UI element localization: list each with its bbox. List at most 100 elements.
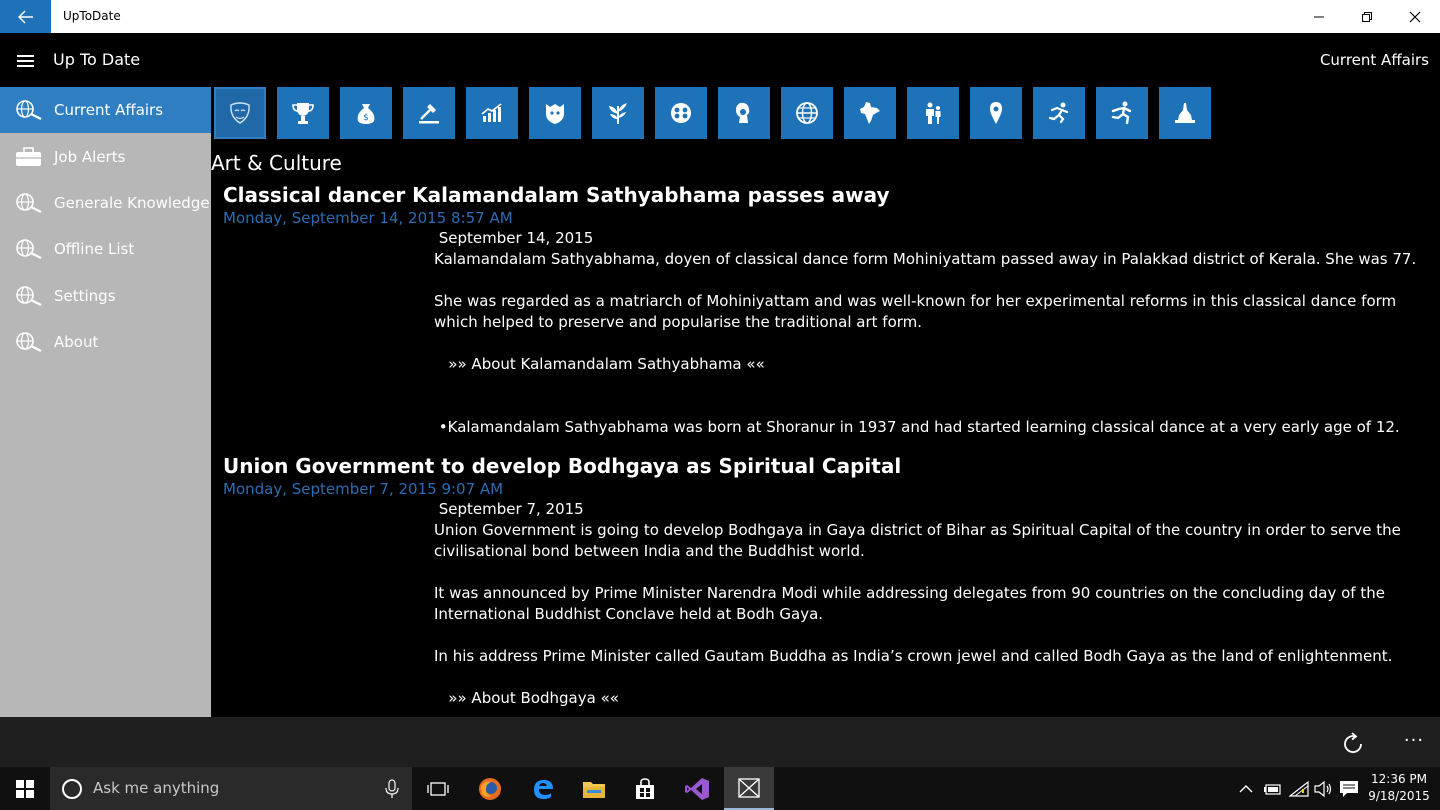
taskbar-uptodate-app[interactable] <box>724 767 774 810</box>
article-paragraph: Kalamandalam Sathyabhama, doyen of class… <box>434 250 1417 268</box>
article-paragraph: It was announced by Prime Minister Naren… <box>434 584 1385 623</box>
economy-chart-icon <box>481 103 502 122</box>
article-timestamp: Monday, September 14, 2015 8:57 AM <box>223 209 513 227</box>
window-title: UpToDate <box>63 9 121 23</box>
sidebar-item-label: Offline List <box>54 240 135 259</box>
taskbar: Ask me anything 12:36 PM 9/18/2015 <box>0 767 1440 810</box>
category-persons-button[interactable] <box>718 87 770 139</box>
category-sports-button[interactable] <box>1033 87 1085 139</box>
trophy-icon <box>292 103 314 124</box>
minimize-icon <box>1314 16 1324 17</box>
action-center-button[interactable] <box>1337 767 1361 810</box>
arrow-left-icon <box>17 9 33 24</box>
sidebar: Current Affairs Job Alerts Generale Know… <box>0 87 211 717</box>
sidebar-item-offline-list[interactable]: Offline List <box>0 226 211 272</box>
network-status[interactable] <box>1288 767 1310 810</box>
gavel-icon <box>419 104 439 124</box>
command-bar: ··· <box>0 717 1440 767</box>
category-awards-button[interactable] <box>277 87 329 139</box>
sidebar-item-general-knowledge[interactable]: Generale Knowledge <box>0 180 211 226</box>
category-science-button[interactable] <box>655 87 707 139</box>
cortana-icon <box>62 779 82 799</box>
sidebar-item-settings[interactable]: Settings <box>0 273 211 319</box>
category-economy-button[interactable]: $ <box>340 87 392 139</box>
globe-search-icon <box>14 285 44 307</box>
agriculture-plant-icon <box>609 103 627 124</box>
world-globe-icon <box>796 102 818 124</box>
folder-icon <box>583 781 605 798</box>
hamburger-menu-icon[interactable] <box>17 53 37 69</box>
app-envelope-icon <box>738 777 760 798</box>
article-date-line: September 14, 2015 <box>434 229 594 247</box>
section-title: Art & Culture <box>211 151 342 175</box>
article-body: September 7, 2015 Union Government is go… <box>434 499 1433 709</box>
india-map-icon <box>860 102 880 124</box>
refresh-icon <box>1344 732 1362 753</box>
category-monuments-button[interactable] <box>1159 87 1211 139</box>
clock-date: 9/18/2015 <box>1368 789 1430 803</box>
category-people-button[interactable] <box>907 87 959 139</box>
category-defence-button[interactable] <box>529 87 581 139</box>
volume-control[interactable] <box>1312 767 1334 810</box>
sidebar-item-current-affairs[interactable]: Current Affairs <box>0 87 211 134</box>
back-button[interactable] <box>0 0 51 33</box>
globe-search-icon <box>14 331 44 353</box>
app-window: UpToDate Up To Date Current Affairs Curr… <box>0 0 1440 810</box>
restore-button[interactable] <box>1343 0 1391 33</box>
refresh-button[interactable] <box>1336 727 1370 761</box>
landmark-icon <box>1175 103 1195 123</box>
microphone-icon[interactable] <box>384 779 400 799</box>
category-agriculture-button[interactable] <box>592 87 644 139</box>
sports-runner-icon <box>1048 102 1069 124</box>
article-timestamp: Monday, September 7, 2015 9:07 AM <box>223 480 504 498</box>
globe-search-icon <box>14 238 44 260</box>
category-art-culture-button[interactable] <box>214 87 266 139</box>
science-atom-icon <box>671 103 691 123</box>
sidebar-item-label: Generale Knowledge <box>54 193 210 212</box>
category-law-button[interactable] <box>403 87 455 139</box>
globe-search-icon <box>14 99 44 121</box>
close-button[interactable] <box>1391 0 1439 33</box>
person-profile-icon <box>736 102 750 123</box>
windows-logo-icon <box>16 779 34 798</box>
sidebar-item-label: Settings <box>54 286 116 305</box>
sidebar-item-label: About <box>54 333 99 352</box>
category-places-button[interactable] <box>970 87 1022 139</box>
chevron-up-icon <box>1239 784 1253 792</box>
visual-studio-icon <box>685 777 709 800</box>
app-name: Up To Date <box>53 50 141 69</box>
category-business-button[interactable] <box>466 87 518 139</box>
wifi-warning-icon <box>1289 780 1309 797</box>
taskbar-edge[interactable] <box>518 767 568 810</box>
taskbar-file-explorer[interactable] <box>569 767 619 810</box>
location-pin-icon <box>990 102 1002 124</box>
start-button[interactable] <box>0 767 50 810</box>
article-title[interactable]: Union Government to develop Bodhgaya as … <box>223 453 1433 479</box>
taskbar-firefox[interactable] <box>465 767 515 810</box>
more-options-button[interactable]: ··· <box>1398 729 1430 759</box>
show-hidden-icons-button[interactable] <box>1236 767 1256 810</box>
task-view-button[interactable] <box>413 767 463 810</box>
article-title[interactable]: Classical dancer Kalamandalam Sathyabham… <box>223 182 1433 208</box>
article-bullet: •Kalamandalam Sathyabhama was born at Sh… <box>434 418 1400 436</box>
article-subheading: »» About Bodhgaya «« <box>434 689 619 707</box>
battery-icon <box>1264 783 1281 795</box>
cortana-search-box[interactable]: Ask me anything <box>50 767 412 810</box>
taskbar-store[interactable] <box>620 767 670 810</box>
globe-search-icon <box>14 192 44 214</box>
category-athletics-button[interactable] <box>1096 87 1148 139</box>
taskbar-clock[interactable]: 12:36 PM 9/18/2015 <box>1366 771 1432 805</box>
taskbar-visual-studio[interactable] <box>672 767 722 810</box>
sidebar-item-about[interactable]: About <box>0 319 211 365</box>
article-paragraph: In his address Prime Minister called Gau… <box>434 647 1393 665</box>
minimize-button[interactable] <box>1295 0 1343 33</box>
money-bag-icon: $ <box>357 104 375 124</box>
category-national-button[interactable] <box>844 87 896 139</box>
sidebar-item-label: Current Affairs <box>54 101 164 120</box>
sidebar-item-job-alerts[interactable]: Job Alerts <box>0 133 211 179</box>
briefcase-icon <box>14 146 44 168</box>
category-international-button[interactable] <box>781 87 833 139</box>
main-content: $ Art & Culture Classical dancer Kalaman… <box>211 87 1440 717</box>
battery-status[interactable] <box>1262 767 1284 810</box>
edge-icon <box>534 779 553 799</box>
